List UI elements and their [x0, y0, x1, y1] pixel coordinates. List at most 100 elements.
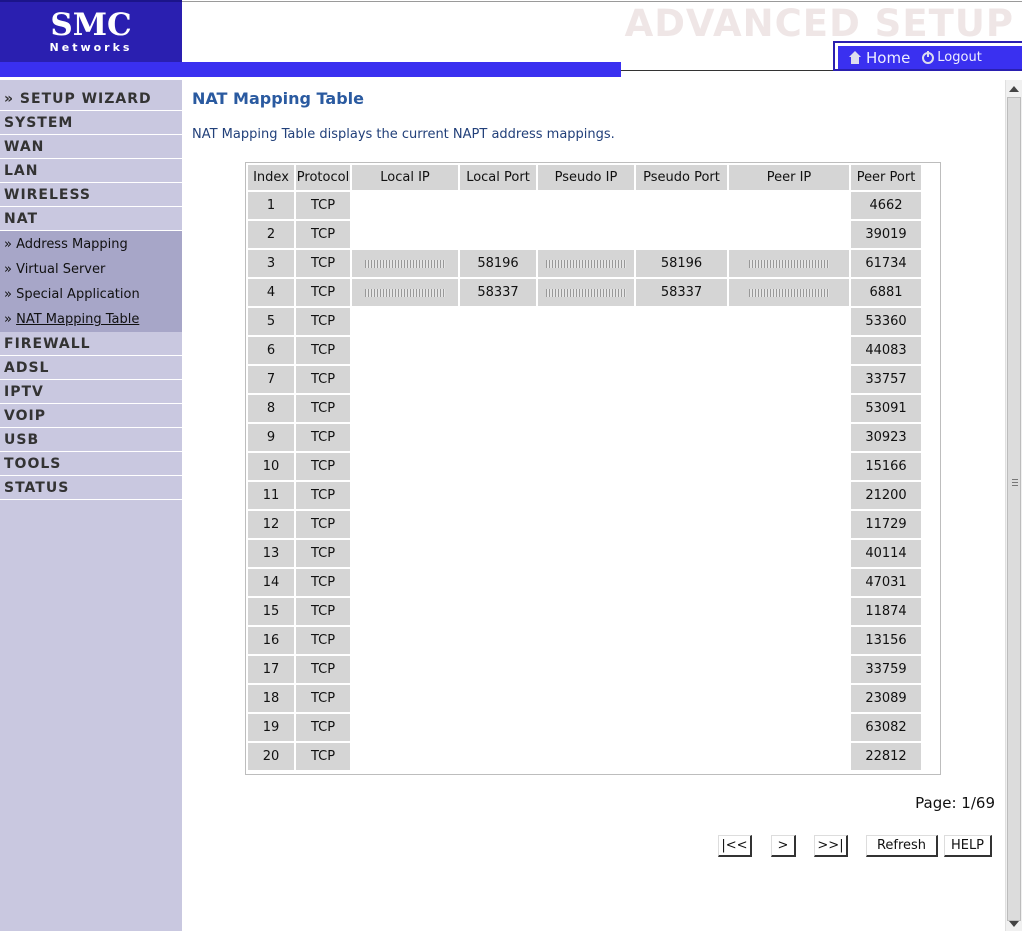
pseudo-port-cell: [636, 482, 727, 509]
table-row: 3 TCP 58196 58196 61734: [248, 250, 921, 277]
protocol-cell: TCP: [296, 482, 350, 509]
index-cell: 10: [248, 453, 294, 480]
logout-link[interactable]: Logout: [922, 50, 982, 65]
protocol-cell: TCP: [296, 308, 350, 335]
index-cell: 13: [248, 540, 294, 567]
pseudo-port-cell: 58196: [636, 250, 727, 277]
index-cell: 18: [248, 685, 294, 712]
local-port-cell: [460, 656, 536, 683]
local-ip-cell: [352, 511, 458, 538]
sidebar-item-wan[interactable]: WAN: [0, 135, 182, 159]
pseudo-port-cell: [636, 540, 727, 567]
pseudo-port-cell: [636, 569, 727, 596]
peer-port-cell: 61734: [851, 250, 921, 277]
sidebar-item-adsl[interactable]: ADSL: [0, 356, 182, 380]
sidebar-subitem-virtual-server[interactable]: » Virtual Server: [0, 257, 182, 282]
peer-port-cell: 13156: [851, 627, 921, 654]
protocol-cell: TCP: [296, 627, 350, 654]
sidebar-item-tools[interactable]: TOOLS: [0, 452, 182, 476]
protocol-cell: TCP: [296, 656, 350, 683]
sidebar-item-system[interactable]: SYSTEM: [0, 111, 182, 135]
local-ip-cell: [352, 395, 458, 422]
local-port-cell: [460, 453, 536, 480]
table-row: 8 TCP 53091: [248, 395, 921, 422]
pseudo-port-cell: [636, 743, 727, 770]
pseudo-port-cell: [636, 685, 727, 712]
peer-ip-cell: [729, 511, 849, 538]
peer-ip-cell: [729, 627, 849, 654]
vertical-scrollbar[interactable]: [1005, 80, 1022, 931]
peer-port-cell: 33757: [851, 366, 921, 393]
next-page-button[interactable]: >: [771, 835, 796, 857]
col-header-pseudo-ip: Pseudo IP: [538, 165, 634, 190]
protocol-cell: TCP: [296, 685, 350, 712]
sidebar-item-status[interactable]: STATUS: [0, 476, 182, 500]
protocol-cell: TCP: [296, 250, 350, 277]
local-port-cell: [460, 511, 536, 538]
scroll-down-icon[interactable]: [1009, 921, 1019, 927]
pseudo-ip-cell: [538, 540, 634, 567]
help-button[interactable]: HELP: [944, 835, 992, 857]
peer-ip-cell: [729, 453, 849, 480]
scroll-up-icon[interactable]: [1009, 86, 1019, 92]
index-cell: 7: [248, 366, 294, 393]
last-page-button[interactable]: >>|: [814, 835, 848, 857]
index-cell: 14: [248, 569, 294, 596]
pseudo-port-cell: [636, 337, 727, 364]
redacted-value: [749, 259, 829, 268]
peer-port-cell: 15166: [851, 453, 921, 480]
pseudo-ip-cell: [538, 714, 634, 741]
sidebar-item-wireless[interactable]: WIRELESS: [0, 183, 182, 207]
sidebar-item-firewall[interactable]: FIREWALL: [0, 332, 182, 356]
peer-port-cell: 6881: [851, 279, 921, 306]
subitem-prefix: »: [4, 312, 17, 327]
local-ip-cell: [352, 366, 458, 393]
subitem-label: NAT Mapping Table: [16, 312, 140, 327]
index-cell: 16: [248, 627, 294, 654]
home-link[interactable]: Home: [848, 49, 910, 67]
index-cell: 1: [248, 192, 294, 219]
pseudo-ip-cell: [538, 192, 634, 219]
sidebar: » SETUP WIZARD SYSTEM WAN LAN WIRELESS N…: [0, 80, 182, 931]
local-ip-cell: [352, 685, 458, 712]
peer-port-cell: 47031: [851, 569, 921, 596]
table-row: 16 TCP 13156: [248, 627, 921, 654]
protocol-cell: TCP: [296, 511, 350, 538]
table-row: 20 TCP 22812: [248, 743, 921, 770]
index-cell: 12: [248, 511, 294, 538]
redacted-value: [365, 259, 445, 268]
scrollbar-thumb[interactable]: [1007, 97, 1021, 921]
local-port-cell: 58337: [460, 279, 536, 306]
peer-port-cell: 63082: [851, 714, 921, 741]
pseudo-port-cell: [636, 598, 727, 625]
first-page-button[interactable]: |<<: [718, 835, 752, 857]
refresh-button[interactable]: Refresh: [866, 835, 938, 857]
peer-ip-cell: [729, 221, 849, 248]
pseudo-port-cell: [636, 395, 727, 422]
sidebar-item-nat[interactable]: NAT: [0, 207, 182, 231]
logout-label: Logout: [937, 50, 982, 65]
pseudo-ip-cell: [538, 598, 634, 625]
local-ip-cell: [352, 482, 458, 509]
local-ip-cell: [352, 308, 458, 335]
sidebar-item-usb[interactable]: USB: [0, 428, 182, 452]
logo-text: SMC: [50, 7, 132, 43]
sidebar-item-voip[interactable]: VOIP: [0, 404, 182, 428]
sidebar-item-iptv[interactable]: IPTV: [0, 380, 182, 404]
peer-ip-cell: [729, 714, 849, 741]
sidebar-item-setup-wizard[interactable]: » SETUP WIZARD: [0, 80, 182, 111]
table-row: 13 TCP 40114: [248, 540, 921, 567]
sidebar-item-lan[interactable]: LAN: [0, 159, 182, 183]
protocol-cell: TCP: [296, 598, 350, 625]
local-ip-cell: [352, 598, 458, 625]
local-ip-cell: [352, 279, 458, 306]
sidebar-subitem-special-application[interactable]: » Special Application: [0, 282, 182, 307]
pseudo-port-cell: [636, 656, 727, 683]
sidebar-subitem-nat-mapping-table[interactable]: » NAT Mapping Table: [0, 307, 182, 332]
pseudo-ip-cell: [538, 221, 634, 248]
local-ip-cell: [352, 221, 458, 248]
local-port-cell: [460, 540, 536, 567]
pseudo-ip-cell: [538, 569, 634, 596]
protocol-cell: TCP: [296, 714, 350, 741]
sidebar-subitem-address-mapping[interactable]: » Address Mapping: [0, 232, 182, 257]
